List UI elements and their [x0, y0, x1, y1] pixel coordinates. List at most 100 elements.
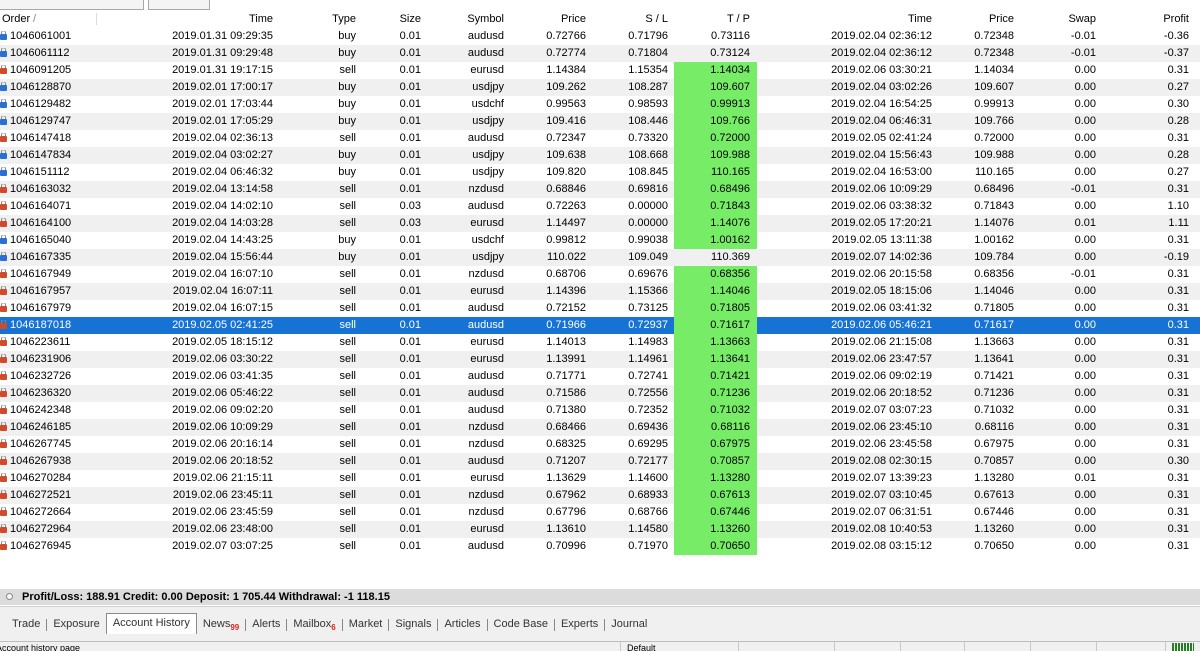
table-row[interactable]: 1046232726 2019.02.06 03:41:35 sell 0.01 aud…	[0, 368, 1200, 385]
sell-order-icon	[0, 218, 7, 227]
col-symbol[interactable]: Symbol	[430, 10, 504, 28]
cell-swap: 0.00	[1074, 421, 1096, 433]
col-size[interactable]: Size	[370, 10, 421, 28]
table-row[interactable]: 1046165040 2019.02.04 14:43:25 buy 0.01 usdc…	[0, 232, 1200, 249]
order-id: 1046231906	[10, 353, 72, 365]
buy-order-icon	[0, 252, 7, 261]
cell-swap: 0.00	[1074, 353, 1096, 365]
table-row[interactable]: 1046061001 2019.01.31 09:29:35 buy 0.01 audu…	[0, 28, 1200, 45]
table-row[interactable]: 1046270284 2019.02.06 21:15:11 sell 0.01 eur…	[0, 470, 1200, 487]
sell-order-icon	[0, 371, 7, 380]
col-profit[interactable]: Profit	[1110, 10, 1189, 28]
table-row[interactable]: 1046167979 2019.02.04 16:07:15 sell 0.01 aud…	[0, 300, 1200, 317]
cell-size: 0.01	[399, 251, 421, 263]
tab-account-history[interactable]: Account History	[105, 613, 197, 634]
cell-tp: 110.369	[711, 251, 750, 263]
cell-tp: 1.13260	[674, 521, 757, 538]
table-row[interactable]: 1046147834 2019.02.04 03:02:27 buy 0.01 usdj…	[0, 147, 1200, 164]
cell-close-price: 110.165	[975, 166, 1014, 178]
table-row[interactable]: 1046164071 2019.02.04 14:02:10 sell 0.03 aud…	[0, 198, 1200, 215]
cell-sl: 0.69295	[628, 438, 668, 450]
tab-experts[interactable]: Experts	[555, 615, 604, 634]
tab-alerts[interactable]: Alerts	[246, 615, 286, 634]
tab-exposure[interactable]: Exposure	[47, 615, 105, 634]
col-price-close[interactable]: Price	[940, 10, 1014, 28]
col-time-open[interactable]: Time	[150, 10, 273, 28]
col-type[interactable]: Type	[290, 10, 356, 28]
cell-type: sell	[339, 387, 356, 399]
table-row[interactable]: 1046164100 2019.02.04 14:03:28 sell 0.03 eur…	[0, 215, 1200, 232]
col-order[interactable]: Order	[2, 10, 30, 28]
cell-close-price: 1.13260	[974, 523, 1014, 535]
tab-strip: Trade Exposure Account History News99 Alerts…	[6, 613, 653, 634]
cell-close-price: 0.68116	[975, 421, 1014, 433]
table-row[interactable]: 1046091205 2019.01.31 19:17:15 sell 0.01 eur…	[0, 62, 1200, 79]
cell-tp: 0.67975	[674, 436, 757, 453]
table-row[interactable]: 1046272521 2019.02.06 23:45:11 sell 0.01 nzd…	[0, 487, 1200, 504]
tab-badge: 99	[230, 623, 240, 632]
table-row[interactable]: 1046246185 2019.02.06 10:09:29 sell 0.01 nzd…	[0, 419, 1200, 436]
cell-sl: 108.287	[628, 81, 668, 93]
table-row[interactable]: 1046167957 2019.02.04 16:07:11 sell 0.01 eur…	[0, 283, 1200, 300]
tab-market[interactable]: Market	[343, 615, 389, 634]
table-row[interactable]: 1046129747 2019.02.01 17:05:29 buy 0.01 usdj…	[0, 113, 1200, 130]
table-row[interactable]: 1046163032 2019.02.04 13:14:58 sell 0.01 nzd…	[0, 181, 1200, 198]
table-row[interactable]: 1046167335 2019.02.04 15:56:44 buy 0.01 usdj…	[0, 249, 1200, 266]
cell-symbol: nzdusd	[468, 489, 504, 501]
tab-news[interactable]: News99	[197, 615, 245, 634]
cell-price: 0.70996	[546, 540, 586, 552]
order-id: 1046164071	[10, 200, 72, 212]
table-row[interactable]: 1046267938 2019.02.06 20:18:52 sell 0.01 aud…	[0, 453, 1200, 470]
table-row[interactable]: 1046061112 2019.01.31 09:29:48 buy 0.01 audu…	[0, 45, 1200, 62]
toolbar-field[interactable]	[0, 0, 144, 10]
buy-order-icon	[0, 235, 7, 244]
table-row[interactable]: 1046242348 2019.02.06 09:02:20 sell 0.01 aud…	[0, 402, 1200, 419]
buy-order-icon	[0, 31, 7, 40]
table-row[interactable]: 1046147418 2019.02.04 02:36:13 sell 0.01 aud…	[0, 130, 1200, 147]
cell-time: 2019.02.06 05:46:22	[172, 387, 273, 399]
col-time-close[interactable]: Time	[820, 10, 932, 28]
order-id: 1046232726	[10, 370, 72, 382]
tab-label: Market	[348, 618, 383, 630]
toolbar-button[interactable]	[148, 0, 210, 10]
cell-close-price: 0.72000	[974, 132, 1014, 144]
col-swap[interactable]: Swap	[1030, 10, 1096, 28]
table-row[interactable]: 1046231906 2019.02.06 03:30:22 sell 0.01 eur…	[0, 351, 1200, 368]
tab-label: Journal	[611, 618, 648, 630]
col-price-open[interactable]: Price	[520, 10, 586, 28]
tab-trade[interactable]: Trade	[6, 615, 46, 634]
tab-label: Exposure	[53, 618, 100, 630]
cell-symbol: nzdusd	[468, 268, 504, 280]
cell-close-price: 0.71843	[974, 200, 1014, 212]
tab-articles[interactable]: Articles	[438, 615, 486, 634]
summary-bar: Profit/Loss: 188.91 Credit: 0.00 Deposit…	[0, 589, 1200, 605]
cell-swap: 0.00	[1074, 319, 1096, 331]
cell-price: 0.71380	[546, 404, 586, 416]
table-row[interactable]: 1046151112 2019.02.04 06:46:32 buy 0.01 usdj…	[0, 164, 1200, 181]
tab-journal[interactable]: Journal	[605, 615, 653, 634]
table-row[interactable]: 1046272964 2019.02.06 23:48:00 sell 0.01 eur…	[0, 521, 1200, 538]
col-tp[interactable]: T / P	[680, 10, 750, 28]
table-row[interactable]: 1046129482 2019.02.01 17:03:44 buy 0.01 usdc…	[0, 96, 1200, 113]
table-row[interactable]: 1046267745 2019.02.06 20:16:14 sell 0.01 nzd…	[0, 436, 1200, 453]
col-sl[interactable]: S / L	[600, 10, 668, 28]
cell-type: sell	[339, 200, 356, 212]
cell-size: 0.01	[399, 285, 421, 297]
tab-mailbox[interactable]: Mailbox6	[287, 615, 341, 634]
tab-signals[interactable]: Signals	[389, 615, 437, 634]
table-row[interactable]: 1046128870 2019.02.01 17:00:17 buy 0.01 usdj…	[0, 79, 1200, 96]
cell-swap: -0.01	[1070, 30, 1096, 42]
table-row[interactable]: 1046276945 2019.02.07 03:07:25 sell 0.01 aud…	[0, 538, 1200, 555]
table-row[interactable]: 1046187018 2019.02.05 02:41:25 sell 0.01 aud…	[0, 317, 1200, 334]
cell-profit: 0.31	[1167, 319, 1189, 331]
cell-symbol: nzdusd	[468, 421, 504, 433]
cell-type: sell	[339, 285, 356, 297]
cell-profit: 0.31	[1167, 336, 1189, 348]
table-row[interactable]: 1046223611 2019.02.05 18:15:12 sell 0.01 eur…	[0, 334, 1200, 351]
table-row[interactable]: 1046236320 2019.02.06 05:46:22 sell 0.01 aud…	[0, 385, 1200, 402]
table-row[interactable]: 1046272664 2019.02.06 23:45:59 sell 0.01 nzd…	[0, 504, 1200, 521]
tab-code-base[interactable]: Code Base	[488, 615, 554, 634]
cell-profit: 0.31	[1167, 489, 1189, 501]
table-row[interactable]: 1046167949 2019.02.04 16:07:10 sell 0.01 nzd…	[0, 266, 1200, 283]
cell-type: sell	[339, 217, 356, 229]
